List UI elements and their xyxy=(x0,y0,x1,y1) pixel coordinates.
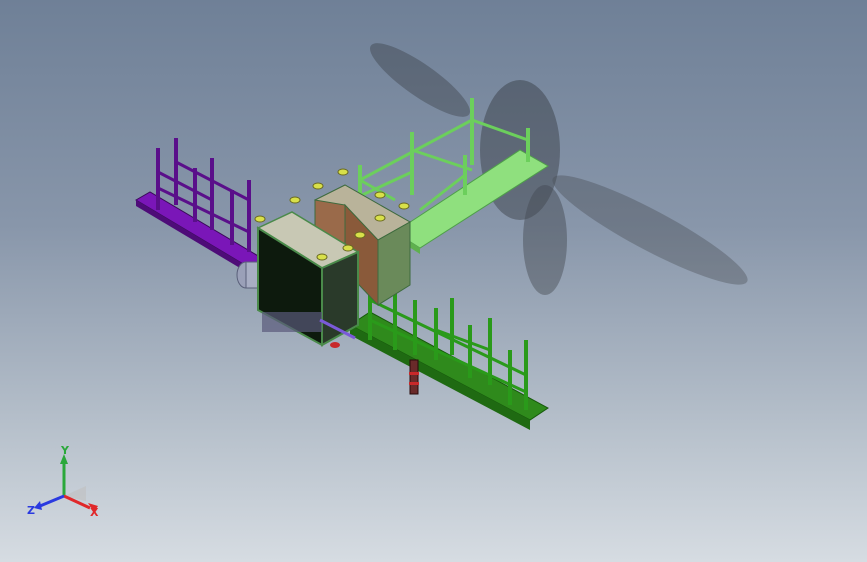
z-axis-label: Z xyxy=(27,504,35,517)
dark-green-rack[interactable] xyxy=(349,285,549,430)
z-axis-arrow-icon xyxy=(34,501,42,510)
graphics-viewport[interactable]: Y X Z xyxy=(0,0,867,562)
z-axis-line xyxy=(39,494,65,508)
y-axis-label: Y xyxy=(60,446,70,457)
view-orientation-triad[interactable]: Y X Z xyxy=(24,446,114,526)
x-axis-label: X xyxy=(90,506,99,519)
model-shadow xyxy=(370,43,748,295)
assembly-model[interactable] xyxy=(0,0,867,562)
purple-rack[interactable] xyxy=(135,138,267,274)
